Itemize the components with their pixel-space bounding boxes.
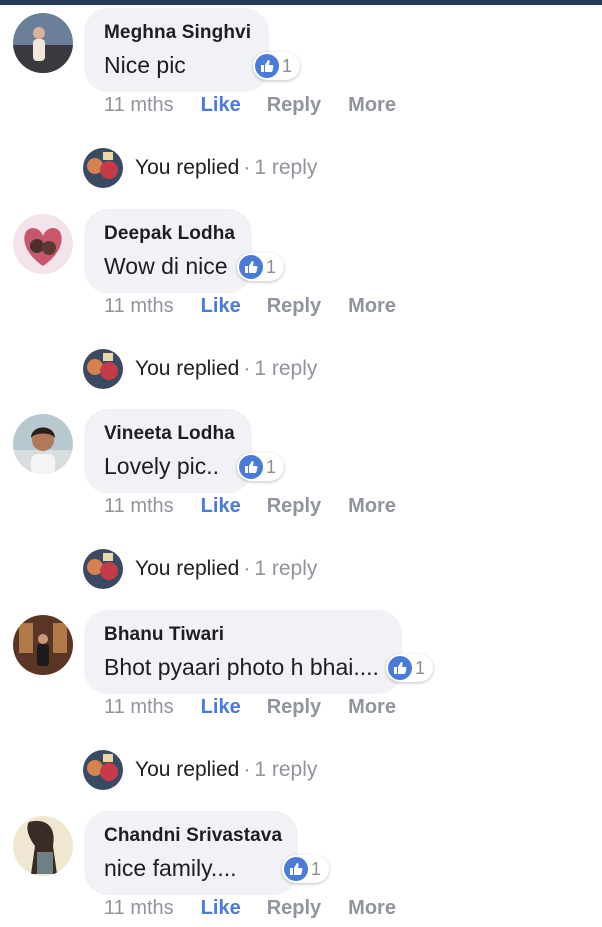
comment-item: Chandni Srivastava nice family.... 1 11 … — [0, 803, 602, 927]
reply-count: 1 reply — [254, 758, 318, 781]
timestamp: 11 mths — [104, 294, 174, 317]
replies-link[interactable]: You replied · 1 reply — [83, 348, 317, 390]
comment-item: Meghna Singhvi Nice pic 1 11 mths Like R… — [0, 0, 602, 201]
comment-item: Vineeta Lodha Lovely pic.. 1 11 mths Lik… — [0, 401, 602, 602]
reaction-badge[interactable]: 1 — [237, 453, 285, 481]
replies-link[interactable]: You replied · 1 reply — [83, 548, 317, 590]
avatar — [83, 549, 123, 589]
comment-text: nice family.... — [104, 855, 237, 881]
reaction-badge[interactable]: 1 — [253, 52, 301, 80]
reaction-count: 1 — [415, 657, 426, 678]
comment-actions: 11 mths Like Reply More — [104, 90, 396, 120]
reply-button[interactable]: Reply — [267, 295, 321, 318]
separator: · — [243, 156, 251, 179]
comment-author[interactable]: Deepak Lodha — [104, 222, 235, 246]
reply-button[interactable]: Reply — [267, 696, 321, 719]
more-button[interactable]: More — [348, 897, 396, 920]
replies-link[interactable]: You replied · 1 reply — [83, 147, 317, 189]
avatar[interactable] — [13, 414, 73, 474]
timestamp: 11 mths — [104, 695, 174, 718]
separator: · — [243, 557, 251, 580]
avatar[interactable] — [13, 816, 73, 876]
comment-text: Wow di nice — [104, 253, 228, 279]
like-button[interactable]: Like — [201, 495, 241, 518]
comment-bubble: Vineeta Lodha Lovely pic.. — [84, 409, 252, 493]
comment-actions: 11 mths Like Reply More — [104, 491, 396, 521]
more-button[interactable]: More — [348, 295, 396, 318]
separator: · — [243, 357, 251, 380]
timestamp: 11 mths — [104, 93, 174, 116]
comment-actions: 11 mths Like Reply More — [104, 291, 396, 321]
more-button[interactable]: More — [348, 696, 396, 719]
avatar — [83, 349, 123, 389]
timestamp: 11 mths — [104, 896, 174, 919]
avatar[interactable] — [13, 13, 73, 73]
you-replied-label: You replied — [135, 357, 240, 380]
comment-author[interactable]: Bhanu Tiwari — [104, 623, 382, 647]
reaction-badge[interactable]: 1 — [386, 654, 434, 682]
like-button[interactable]: Like — [201, 295, 241, 318]
you-replied-label: You replied — [135, 557, 240, 580]
like-button[interactable]: Like — [201, 696, 241, 719]
reaction-badge[interactable]: 1 — [237, 253, 285, 281]
comment-text: Nice pic — [104, 52, 186, 78]
thumbs-up-icon — [239, 255, 263, 279]
comment-bubble: Deepak Lodha Wow di nice — [84, 209, 252, 293]
avatar[interactable] — [13, 214, 73, 274]
thumbs-up-icon — [239, 455, 263, 479]
thumbs-up-icon — [388, 656, 412, 680]
reaction-count: 1 — [311, 858, 322, 879]
reply-button[interactable]: Reply — [267, 94, 321, 117]
comment-bubble: Chandni Srivastava nice family.... — [84, 811, 298, 895]
comment-author[interactable]: Vineeta Lodha — [104, 422, 235, 446]
comment-actions: 11 mths Like Reply More — [104, 893, 396, 923]
you-replied-label: You replied — [135, 156, 240, 179]
avatar[interactable] — [13, 615, 73, 675]
more-button[interactable]: More — [348, 495, 396, 518]
reply-button[interactable]: Reply — [267, 495, 321, 518]
comment-text: Lovely pic.. — [104, 453, 220, 479]
reaction-count: 1 — [266, 456, 277, 477]
thumbs-up-icon — [284, 857, 308, 881]
thumbs-up-icon — [255, 54, 279, 78]
avatar — [83, 148, 123, 188]
comment-item: Deepak Lodha Wow di nice 1 11 mths Like … — [0, 201, 602, 402]
like-button[interactable]: Like — [201, 897, 241, 920]
replies-link[interactable]: You replied · 1 reply — [83, 749, 317, 791]
reaction-count: 1 — [266, 256, 277, 277]
reply-count: 1 reply — [254, 357, 318, 380]
like-button[interactable]: Like — [201, 94, 241, 117]
reaction-badge[interactable]: 1 — [282, 855, 330, 883]
separator: · — [243, 758, 251, 781]
comment-bubble: Bhanu Tiwari Bhot pyaari photo h bhai...… — [84, 610, 402, 694]
more-button[interactable]: More — [348, 94, 396, 117]
avatar — [83, 750, 123, 790]
you-replied-label: You replied — [135, 758, 240, 781]
comment-bubble: Meghna Singhvi Nice pic — [84, 8, 269, 92]
reply-button[interactable]: Reply — [267, 897, 321, 920]
comment-item: Bhanu Tiwari Bhot pyaari photo h bhai...… — [0, 602, 602, 803]
reply-count: 1 reply — [254, 156, 318, 179]
comment-actions: 11 mths Like Reply More — [104, 692, 396, 722]
comment-author[interactable]: Chandni Srivastava — [104, 824, 282, 848]
reaction-count: 1 — [282, 55, 293, 76]
timestamp: 11 mths — [104, 494, 174, 517]
comment-author[interactable]: Meghna Singhvi — [104, 21, 251, 45]
comment-text: Bhot pyaari photo h bhai.... — [104, 654, 379, 680]
reply-count: 1 reply — [254, 557, 318, 580]
